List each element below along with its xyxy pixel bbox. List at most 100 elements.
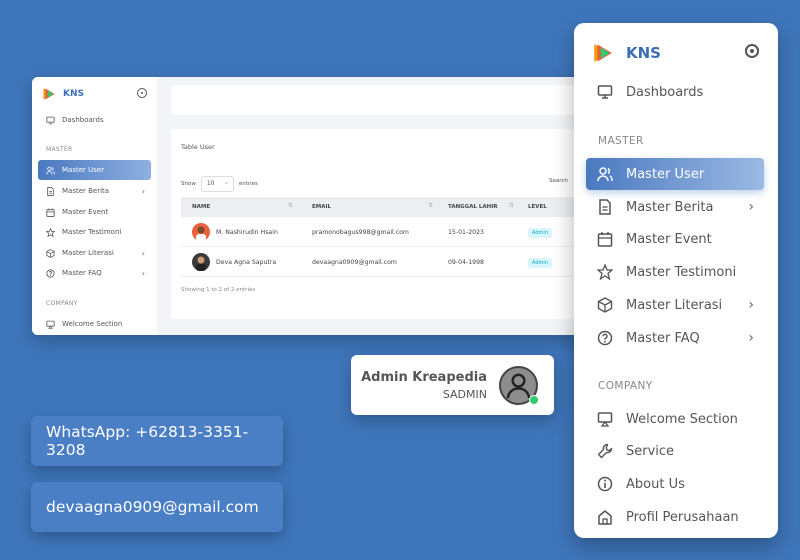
mini-nav-welcome-section[interactable]: Welcome Section bbox=[38, 314, 151, 334]
mini-nav-label: Master FAQ bbox=[62, 269, 102, 277]
column-header-name[interactable]: NAME bbox=[192, 204, 210, 210]
mini-nav-label: Master Event bbox=[62, 208, 109, 216]
table-row[interactable]: Deva Agna Saputra devaagna0909@gmail.com… bbox=[181, 247, 592, 277]
mini-topbar bbox=[171, 85, 592, 115]
level-badge: Admin bbox=[528, 228, 552, 238]
search-label: Search bbox=[549, 178, 568, 184]
home-icon bbox=[597, 509, 613, 525]
sidebar-item-label: Master User bbox=[626, 166, 705, 182]
mini-nav-master-event[interactable]: Master Event bbox=[38, 202, 151, 222]
show-label: Show bbox=[181, 181, 196, 187]
table-title: Table User bbox=[181, 143, 215, 151]
mini-nav-label: Master Berita bbox=[62, 187, 110, 195]
cell-email: pramonobagus998@gmail.com bbox=[312, 229, 409, 236]
column-header-level[interactable]: LEVEL bbox=[528, 204, 547, 210]
users-icon bbox=[597, 166, 613, 182]
sidebar-item-label: Master Literasi bbox=[626, 297, 723, 313]
sidebar-item-master-faq[interactable]: Master FAQ › bbox=[586, 322, 764, 354]
mini-nav-master-testimoni[interactable]: Master Testimoni bbox=[38, 222, 151, 242]
email-contact: devaagna0909@gmail.com bbox=[31, 482, 283, 532]
brand-name: KNS bbox=[63, 89, 84, 99]
section-master: MASTER bbox=[598, 135, 644, 147]
mini-nav-label: Dashboards bbox=[62, 116, 104, 124]
mini-nav-label: Master Literasi bbox=[62, 249, 114, 257]
star-icon bbox=[46, 227, 55, 237]
avatar bbox=[192, 253, 210, 271]
screen-icon bbox=[46, 320, 55, 329]
box-icon bbox=[597, 297, 613, 313]
calendar-icon bbox=[46, 208, 55, 217]
mini-nav-label: Welcome Section bbox=[62, 320, 123, 328]
monitor-icon bbox=[46, 116, 55, 125]
sidebar-item-label: About Us bbox=[626, 476, 685, 492]
column-header-tanggal-lahir[interactable]: TANGGAL LAHIR bbox=[448, 204, 498, 210]
sidebar-item-master-testimoni[interactable]: Master Testimoni bbox=[586, 256, 764, 288]
cell-date: 09-04-1998 bbox=[448, 259, 484, 266]
entries-select[interactable]: 10 ⌄ bbox=[200, 176, 234, 192]
sidebar-item-label: Master Event bbox=[626, 231, 712, 247]
column-header-email[interactable]: EMAIL bbox=[312, 204, 331, 210]
logo-icon bbox=[594, 44, 612, 62]
sort-icon: ⇅ bbox=[288, 202, 294, 209]
logo-icon bbox=[43, 88, 55, 100]
sidebar-item-label: Master Testimoni bbox=[626, 264, 737, 280]
sidebar: KNS Dashboards MASTER Master User Master… bbox=[574, 23, 778, 538]
user-name: Admin Kreapedia bbox=[361, 370, 487, 385]
mini-section-company: COMPANY bbox=[46, 300, 78, 307]
sort-icon: ⇅ bbox=[428, 202, 434, 209]
entries-value: 10 bbox=[206, 180, 215, 187]
sidebar-item-master-berita[interactable]: Master Berita › bbox=[586, 191, 764, 223]
chevron-right-icon: › bbox=[141, 248, 145, 258]
cell-date: 15-01-2023 bbox=[448, 229, 484, 236]
user-table-card: Table User Show 10 ⌄ entries Search NAME… bbox=[171, 129, 592, 319]
users-icon bbox=[46, 166, 55, 175]
online-status-indicator bbox=[529, 395, 539, 405]
sidebar-logo[interactable]: KNS bbox=[592, 42, 661, 64]
section-company: COMPANY bbox=[598, 380, 653, 392]
mini-nav-master-berita[interactable]: Master Berita › bbox=[38, 181, 151, 201]
avatar bbox=[192, 223, 210, 241]
mini-nav-master-literasi[interactable]: Master Literasi › bbox=[38, 243, 151, 263]
sidebar-item-master-event[interactable]: Master Event bbox=[586, 223, 764, 255]
monitor-icon bbox=[597, 84, 613, 100]
sidebar-item-label: Master FAQ bbox=[626, 330, 700, 346]
mini-logo[interactable]: KNS bbox=[42, 87, 84, 101]
sidebar-item-profil-perusahaan[interactable]: Profil Perusahaan bbox=[586, 501, 764, 533]
chevron-right-icon: › bbox=[748, 297, 754, 313]
mini-nav-label: Master User bbox=[62, 166, 105, 174]
brand-name: KNS bbox=[626, 44, 661, 62]
sidebar-item-master-user[interactable]: Master User bbox=[586, 158, 764, 190]
whatsapp-contact: WhatsApp: +62813-3351-3208 bbox=[31, 416, 283, 466]
chevron-down-icon: ⌄ bbox=[223, 179, 229, 186]
settings-icon[interactable] bbox=[745, 44, 759, 58]
sidebar-item-master-literasi[interactable]: Master Literasi › bbox=[586, 289, 764, 321]
entries-control: Show 10 ⌄ entries bbox=[181, 176, 258, 192]
mini-nav-dashboards[interactable]: Dashboards bbox=[38, 110, 151, 130]
mini-section-master: MASTER bbox=[46, 146, 73, 153]
document-icon bbox=[597, 199, 613, 215]
settings-icon[interactable] bbox=[137, 88, 147, 98]
document-icon bbox=[46, 186, 55, 196]
sidebar-item-label: Master Berita bbox=[626, 199, 714, 215]
entries-label: entries bbox=[238, 181, 258, 187]
level-badge: Admin bbox=[528, 258, 552, 268]
table-footer: Showing 1 to 2 of 2 entries bbox=[181, 287, 256, 293]
screen-icon bbox=[597, 411, 613, 427]
user-role: SADMIN bbox=[442, 388, 487, 401]
sidebar-item-welcome-section[interactable]: Welcome Section bbox=[586, 403, 764, 435]
chevron-right-icon: › bbox=[748, 330, 754, 346]
help-icon bbox=[597, 330, 613, 346]
cell-name: Deva Agna Saputra bbox=[216, 259, 277, 266]
mini-sidebar: KNS Dashboards MASTER Master User Master… bbox=[32, 77, 157, 335]
sidebar-item-about-us[interactable]: About Us bbox=[586, 468, 764, 500]
mini-nav-master-faq[interactable]: Master FAQ › bbox=[38, 263, 151, 283]
cell-name: M. Nashirudin Hsain bbox=[216, 229, 278, 236]
mini-nav-label: Master Testimoni bbox=[62, 228, 122, 236]
mini-nav-master-user[interactable]: Master User bbox=[38, 160, 151, 180]
dashboard-preview: KNS Dashboards MASTER Master User Master… bbox=[32, 77, 592, 335]
sidebar-item-dashboards[interactable]: Dashboards bbox=[586, 76, 764, 108]
sidebar-item-service[interactable]: Service bbox=[586, 435, 764, 467]
sort-icon: ⇅ bbox=[509, 202, 515, 209]
user-profile-card[interactable]: Admin Kreapedia SADMIN bbox=[351, 355, 554, 415]
table-row[interactable]: M. Nashirudin Hsain pramonobagus998@gmai… bbox=[181, 217, 592, 247]
